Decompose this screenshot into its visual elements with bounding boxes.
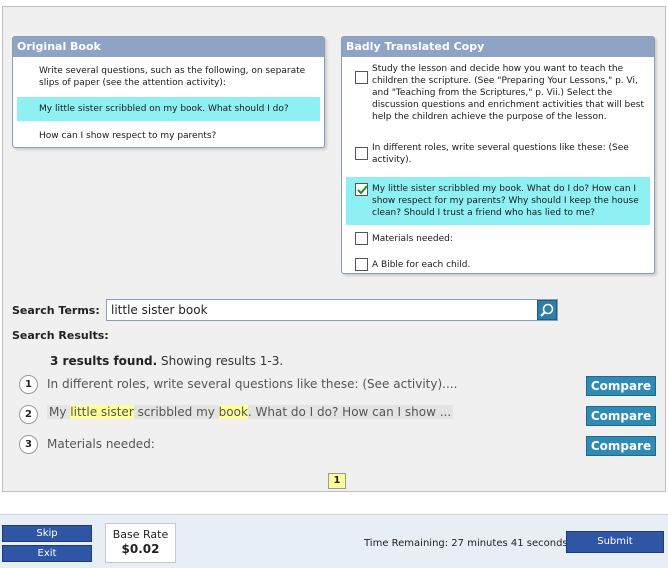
compare-button[interactable]: Compare (586, 406, 656, 426)
check-icon (357, 185, 368, 195)
copy-item[interactable]: A Bible for each child. (346, 253, 650, 277)
submit-button[interactable]: Submit (566, 531, 664, 553)
skip-button[interactable]: Skip (2, 525, 92, 542)
results-summary: 3 results found. Showing results 1-3. (50, 354, 284, 368)
base-rate-value: $0.02 (121, 542, 160, 556)
result-number: 1 (19, 375, 38, 394)
base-rate-label: Base Rate (112, 528, 169, 541)
page-button[interactable]: 1 (328, 473, 346, 489)
result-text[interactable]: Materials needed: (47, 437, 155, 451)
original-book-list: Write several questions, such as the fol… (17, 59, 320, 143)
time-remaining: Time Remaining: 27 minutes 41 seconds (364, 538, 568, 549)
checkbox[interactable] (355, 147, 368, 160)
copy-item[interactable]: Study the lesson and decide how you want… (346, 63, 650, 123)
checkbox[interactable] (355, 232, 368, 245)
checkbox[interactable] (355, 71, 368, 84)
search-terms-label: Search Terms: (12, 304, 100, 317)
compare-button[interactable]: Compare (586, 436, 656, 456)
keyword-highlight: little sister (70, 405, 134, 419)
original-book-panel: Original Book Write several questions, s… (12, 36, 325, 148)
keyword-highlight: book (218, 405, 248, 419)
original-book-title: Original Book (13, 37, 324, 57)
copy-item[interactable]: In different roles, write several questi… (346, 139, 650, 169)
translated-copy-list: Study the lesson and decide how you want… (346, 59, 650, 271)
exit-button[interactable]: Exit (2, 545, 92, 562)
translated-copy-title: Badly Translated Copy (342, 37, 654, 57)
main-frame: Original Book Write several questions, s… (2, 6, 666, 492)
translated-copy-panel: Badly Translated Copy Study the lesson a… (341, 36, 655, 274)
original-item: Write several questions, such as the fol… (39, 66, 306, 88)
copy-item[interactable]: Materials needed: (346, 227, 650, 251)
result-number: 3 (19, 435, 38, 454)
result-number: 2 (19, 405, 38, 424)
base-rate-box: Base Rate $0.02 (105, 523, 176, 563)
search-icon (540, 303, 554, 317)
search-input[interactable]: little sister book (106, 299, 558, 321)
result-text-selected[interactable]: My little sister scribbled my book. What… (47, 405, 454, 419)
original-item-highlighted: My little sister scribbled on my book. W… (17, 97, 320, 121)
copy-item-selected[interactable]: My little sister scribbled my book. What… (346, 177, 650, 225)
original-item: How can I show respect to my parents? (39, 131, 217, 141)
search-results-label: Search Results: (12, 329, 109, 342)
search-button[interactable] (537, 300, 557, 320)
checkbox[interactable] (355, 258, 368, 271)
checkbox-checked[interactable] (355, 183, 368, 196)
result-text[interactable]: In different roles, write several questi… (47, 377, 457, 391)
compare-button[interactable]: Compare (586, 376, 656, 396)
footer-bar: Skip Exit Base Rate $0.02 Time Remaining… (0, 514, 668, 568)
